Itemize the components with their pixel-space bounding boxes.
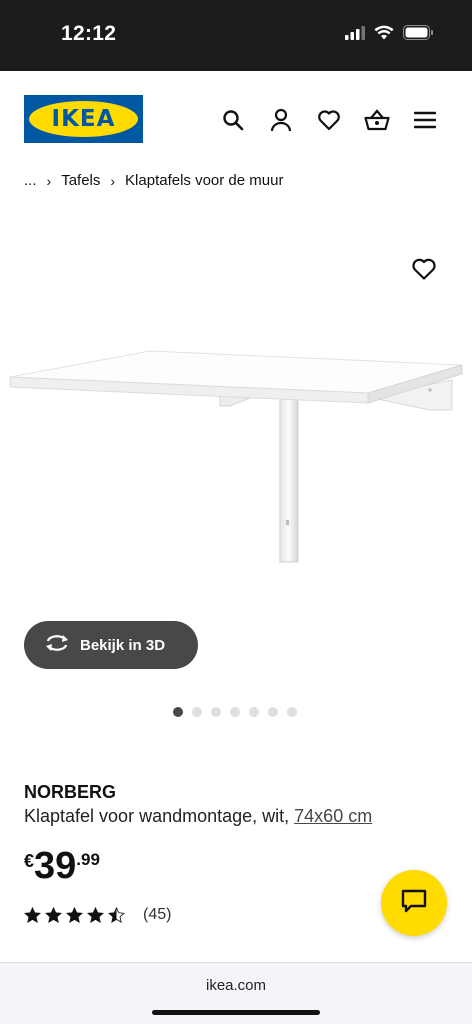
product-rating[interactable]: (45) [24, 906, 171, 924]
status-bar: 12:12 [0, 0, 472, 71]
chat-icon [401, 889, 427, 918]
site-header: IKEA [0, 71, 472, 167]
menu-icon[interactable] [412, 107, 438, 133]
product-description-text: Klaptafel voor wandmontage, wit, [24, 806, 295, 826]
breadcrumb-item-klaptafels[interactable]: Klaptafels voor de muur [125, 172, 283, 189]
logo-text: IKEA [51, 106, 116, 132]
signal-icon [345, 25, 365, 45]
rating-count: (45) [143, 906, 172, 923]
price-integer: 39 [34, 845, 77, 887]
view-3d-label: Bekijk in 3D [80, 636, 166, 654]
battery-icon [403, 25, 434, 45]
heart-icon[interactable] [316, 107, 342, 133]
product-image[interactable] [0, 220, 472, 610]
user-icon[interactable] [268, 107, 294, 133]
chat-button[interactable] [381, 870, 447, 936]
basket-icon[interactable] [364, 107, 390, 133]
browser-url-bar: ikea.com [0, 962, 472, 1024]
breadcrumb-item-tafels[interactable]: Tafels [61, 172, 100, 189]
breadcrumb-ellipsis[interactable]: ... [24, 172, 37, 189]
price-currency: € [24, 851, 35, 871]
chevron-right-icon: › [46, 172, 52, 189]
status-icons [345, 25, 434, 45]
breadcrumb: ... › Tafels › Klaptafels voor de muur [24, 172, 283, 189]
star-icon [45, 907, 62, 923]
carousel-dot[interactable] [173, 707, 183, 717]
star-icon [24, 907, 41, 923]
product-size-link[interactable]: 74x60 cm [294, 806, 372, 826]
image-carousel-dots [173, 707, 297, 717]
search-icon[interactable] [220, 107, 246, 133]
carousel-dot[interactable] [211, 707, 221, 717]
header-icons [220, 107, 438, 133]
product-description: Klaptafel voor wandmontage, wit, 74x60 c… [24, 806, 372, 827]
wifi-icon [374, 25, 394, 45]
star-icon [87, 907, 104, 923]
logo-oval: IKEA [29, 101, 138, 137]
rotate-3d-icon [44, 633, 70, 657]
carousel-dot[interactable] [268, 707, 278, 717]
carousel-dot[interactable] [192, 707, 202, 717]
carousel-dot[interactable] [287, 707, 297, 717]
status-time: 12:12 [61, 22, 117, 45]
browser-url[interactable]: ikea.com [0, 977, 472, 994]
home-indicator[interactable] [152, 1010, 320, 1015]
add-to-favorites-heart-icon[interactable] [411, 257, 437, 283]
product-name: NORBERG [24, 782, 117, 802]
chevron-right-icon: › [110, 172, 116, 189]
star-icon [66, 907, 83, 923]
price-decimal: .99 [76, 850, 100, 869]
product-price: € 39 .99 [24, 846, 100, 886]
view-3d-button[interactable]: Bekijk in 3D [24, 621, 198, 669]
carousel-dot[interactable] [230, 707, 240, 717]
ikea-logo[interactable]: IKEA [24, 95, 143, 143]
carousel-dot[interactable] [249, 707, 259, 717]
star-icon [108, 907, 125, 923]
